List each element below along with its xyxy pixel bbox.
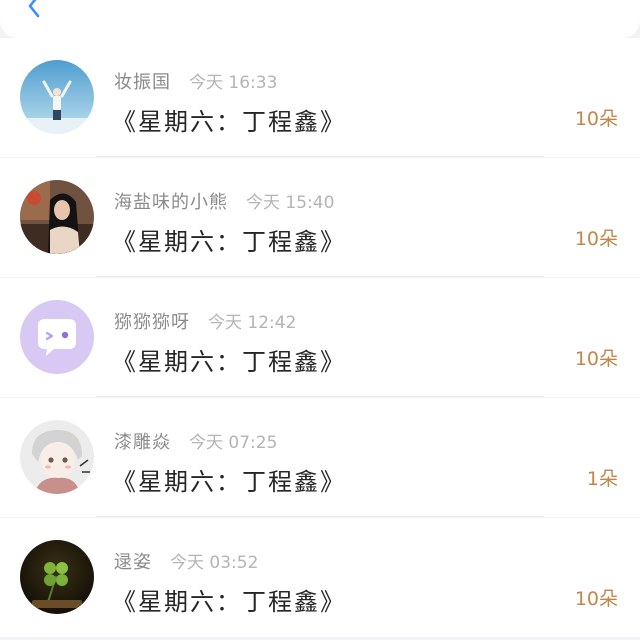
- sender-name: 海盐味的小熊: [114, 192, 228, 213]
- divider: [96, 276, 544, 277]
- message-content: 《星期六：丁程鑫》: [112, 228, 346, 256]
- sender-name: 漆雕焱: [114, 432, 171, 453]
- flower-count: 10朵: [574, 588, 618, 610]
- flower-count: 10朵: [574, 228, 618, 250]
- clover-avatar[interactable]: [20, 540, 94, 614]
- sent-time: 今天 03:52: [170, 553, 259, 573]
- chevron-left-icon[interactable]: [22, 0, 46, 22]
- anime-boy-avatar[interactable]: [20, 420, 94, 494]
- sender-name: 逯姿: [114, 552, 152, 573]
- message-content: 《星期六：丁程鑫》: [112, 588, 346, 616]
- message-content: 《星期六：丁程鑫》: [112, 468, 346, 496]
- divider: [96, 396, 544, 397]
- gift-record-list: 妆振国 今天 16:33 《星期六：丁程鑫》 10朵 海盐味的小熊 今天 15:40…: [0, 38, 640, 637]
- message-content: 《星期六：丁程鑫》: [112, 348, 346, 376]
- sender-name: 妆振国: [114, 72, 171, 93]
- divider: [96, 156, 544, 157]
- girl-photo-avatar[interactable]: [20, 180, 94, 254]
- flower-count: 10朵: [574, 108, 618, 130]
- divider: [96, 516, 544, 517]
- sent-time: 今天 12:42: [208, 313, 297, 333]
- list-item[interactable]: 逯姿 今天 03:52 《星期六：丁程鑫》 10朵: [0, 518, 640, 637]
- list-item[interactable]: 漆雕焱 今天 07:25 《星期六：丁程鑫》 1朵: [0, 398, 640, 517]
- list-item[interactable]: 猕猕猕呀 今天 12:42 《星期六：丁程鑫》 10朵: [0, 278, 640, 397]
- list-item[interactable]: 海盐味的小熊 今天 15:40 《星期六：丁程鑫》 10朵: [0, 158, 640, 277]
- sender-name: 猕猕猕呀: [114, 312, 190, 333]
- sent-time: 今天 07:25: [189, 433, 278, 453]
- sent-time: 今天 16:33: [189, 73, 278, 93]
- list-item[interactable]: 妆振国 今天 16:33 《星期六：丁程鑫》 10朵: [0, 38, 640, 157]
- sent-time: 今天 15:40: [246, 193, 335, 213]
- person-sky-avatar[interactable]: [20, 60, 94, 134]
- chat-bubble-avatar[interactable]: [20, 300, 94, 374]
- flower-count: 10朵: [574, 348, 618, 370]
- top-bar: [0, 0, 640, 38]
- flower-count: 1朵: [586, 468, 618, 490]
- message-content: 《星期六：丁程鑫》: [112, 108, 346, 136]
